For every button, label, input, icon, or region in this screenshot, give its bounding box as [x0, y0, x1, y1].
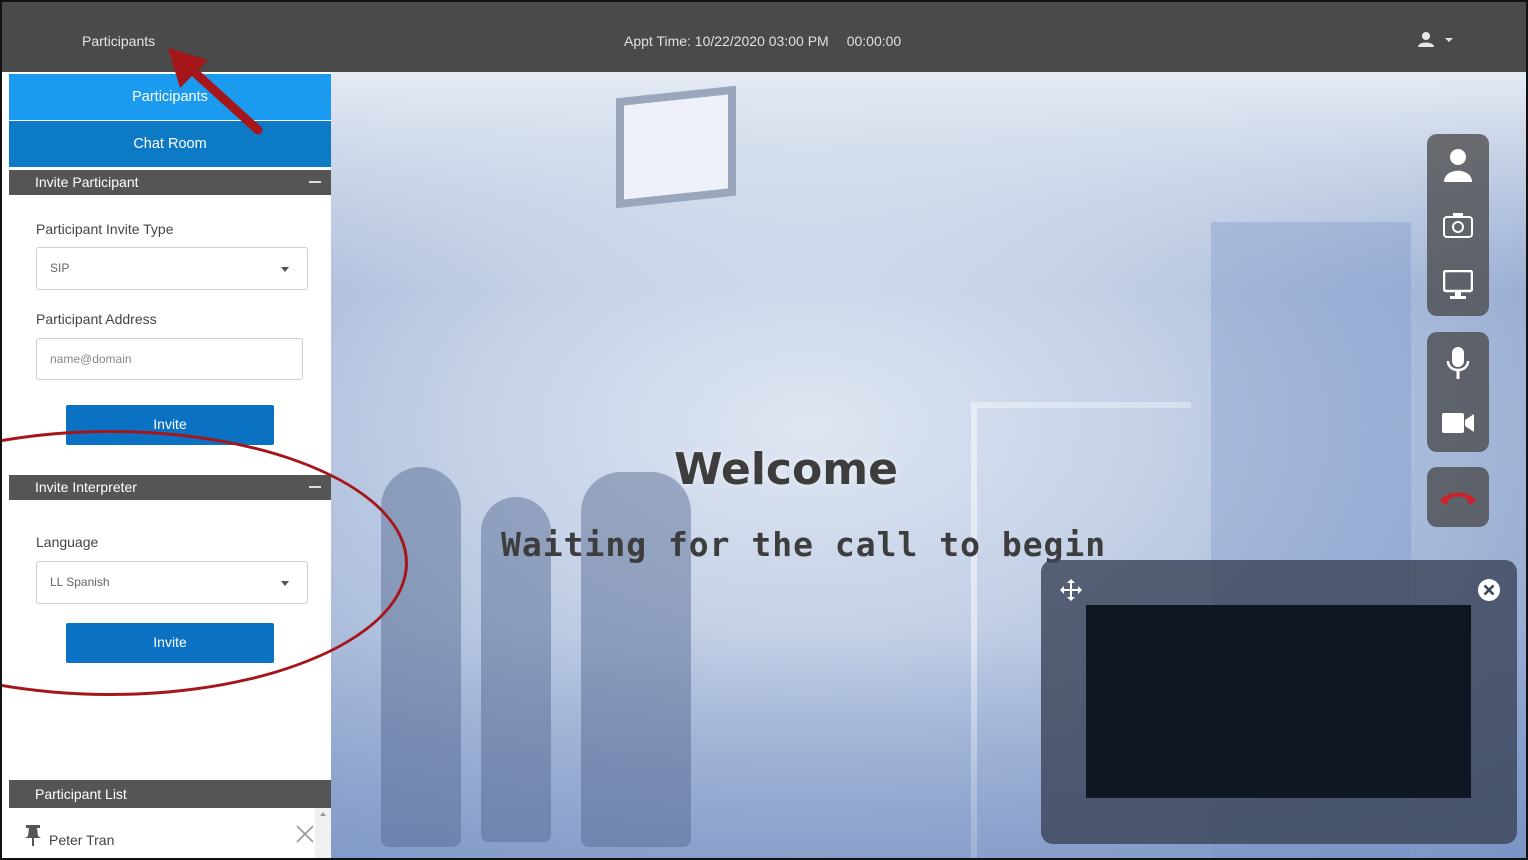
tab-chat-room[interactable]: Chat Room	[9, 121, 331, 167]
caret-down-icon	[1445, 38, 1453, 42]
language-label: Language	[36, 534, 99, 550]
mute-button[interactable]	[1427, 336, 1489, 390]
participant-invite-type-value: SIP	[50, 261, 70, 275]
collapse-icon[interactable]	[309, 486, 321, 488]
participant-address-label: Participant Address	[36, 311, 157, 327]
participants-button[interactable]	[1427, 138, 1489, 192]
scrollbar[interactable]	[315, 808, 331, 858]
scroll-up-icon[interactable]	[320, 812, 326, 816]
list-item[interactable]: Peter Tran	[9, 808, 315, 858]
chevron-down-icon	[281, 581, 289, 586]
waiting-message: Waiting for the call to begin	[501, 525, 1107, 564]
call-timer: 00:00:00	[846, 33, 902, 49]
appointment-info: Appt Time: 10/22/2020 03:00 PM 00:00:00	[624, 33, 901, 49]
language-select[interactable]: LL Spanish	[36, 561, 308, 604]
participant-invite-type-select[interactable]: SIP	[36, 247, 308, 290]
top-bar-title[interactable]: Participants	[82, 33, 155, 49]
background-screen	[616, 85, 736, 209]
tab-participants[interactable]: Participants	[9, 74, 331, 120]
participant-list-header: Participant List	[9, 780, 331, 808]
participant-address-input[interactable]	[36, 338, 303, 380]
invite-participant-button[interactable]: Invite	[66, 405, 274, 445]
participant-list-title: Participant List	[35, 786, 127, 802]
camera-icon	[1443, 213, 1473, 238]
monitor-icon	[1443, 270, 1473, 299]
background-person	[381, 467, 461, 847]
invite-interpreter-header: Invite Interpreter	[9, 475, 331, 500]
close-icon[interactable]	[295, 824, 315, 844]
welcome-heading: Welcome	[674, 444, 898, 495]
chevron-down-icon	[281, 267, 289, 272]
video-toggle-button[interactable]	[1427, 396, 1489, 450]
app-window: Participants Appt Time: 10/22/2020 03:00…	[0, 0, 1528, 860]
snapshot-button[interactable]	[1427, 198, 1489, 252]
person-icon	[1444, 149, 1472, 182]
screenshare-button[interactable]	[1427, 258, 1489, 312]
top-bar: Participants Appt Time: 10/22/2020 03:00…	[2, 2, 1526, 72]
user-icon	[1418, 32, 1434, 47]
pin-icon[interactable]	[23, 825, 43, 847]
language-value: LL Spanish	[50, 575, 110, 589]
sidebar: Participants Chat Room Invite Participan…	[7, 72, 331, 858]
call-controls-top	[1427, 134, 1489, 316]
move-icon[interactable]	[1059, 578, 1083, 602]
close-circle-icon[interactable]	[1477, 578, 1501, 602]
appointment-time: Appt Time: 10/22/2020 03:00 PM	[624, 33, 829, 49]
microphone-icon	[1446, 347, 1470, 379]
collapse-icon[interactable]	[309, 181, 321, 183]
invite-participant-header: Invite Participant	[9, 170, 331, 195]
invite-participant-title: Invite Participant	[35, 174, 139, 190]
invite-interpreter-button[interactable]: Invite	[66, 623, 274, 663]
participant-name: Peter Tran	[49, 832, 115, 848]
hang-up-button[interactable]	[1427, 470, 1489, 524]
participant-invite-type-label: Participant Invite Type	[36, 221, 174, 237]
invite-interpreter-title: Invite Interpreter	[35, 479, 137, 495]
video-camera-icon	[1442, 413, 1474, 433]
call-controls-media	[1427, 332, 1489, 452]
self-view-panel[interactable]	[1041, 560, 1517, 844]
self-view-video	[1086, 605, 1471, 798]
hang-up-icon	[1440, 492, 1476, 505]
user-menu[interactable]	[1416, 31, 1458, 51]
call-controls-end	[1427, 467, 1489, 527]
